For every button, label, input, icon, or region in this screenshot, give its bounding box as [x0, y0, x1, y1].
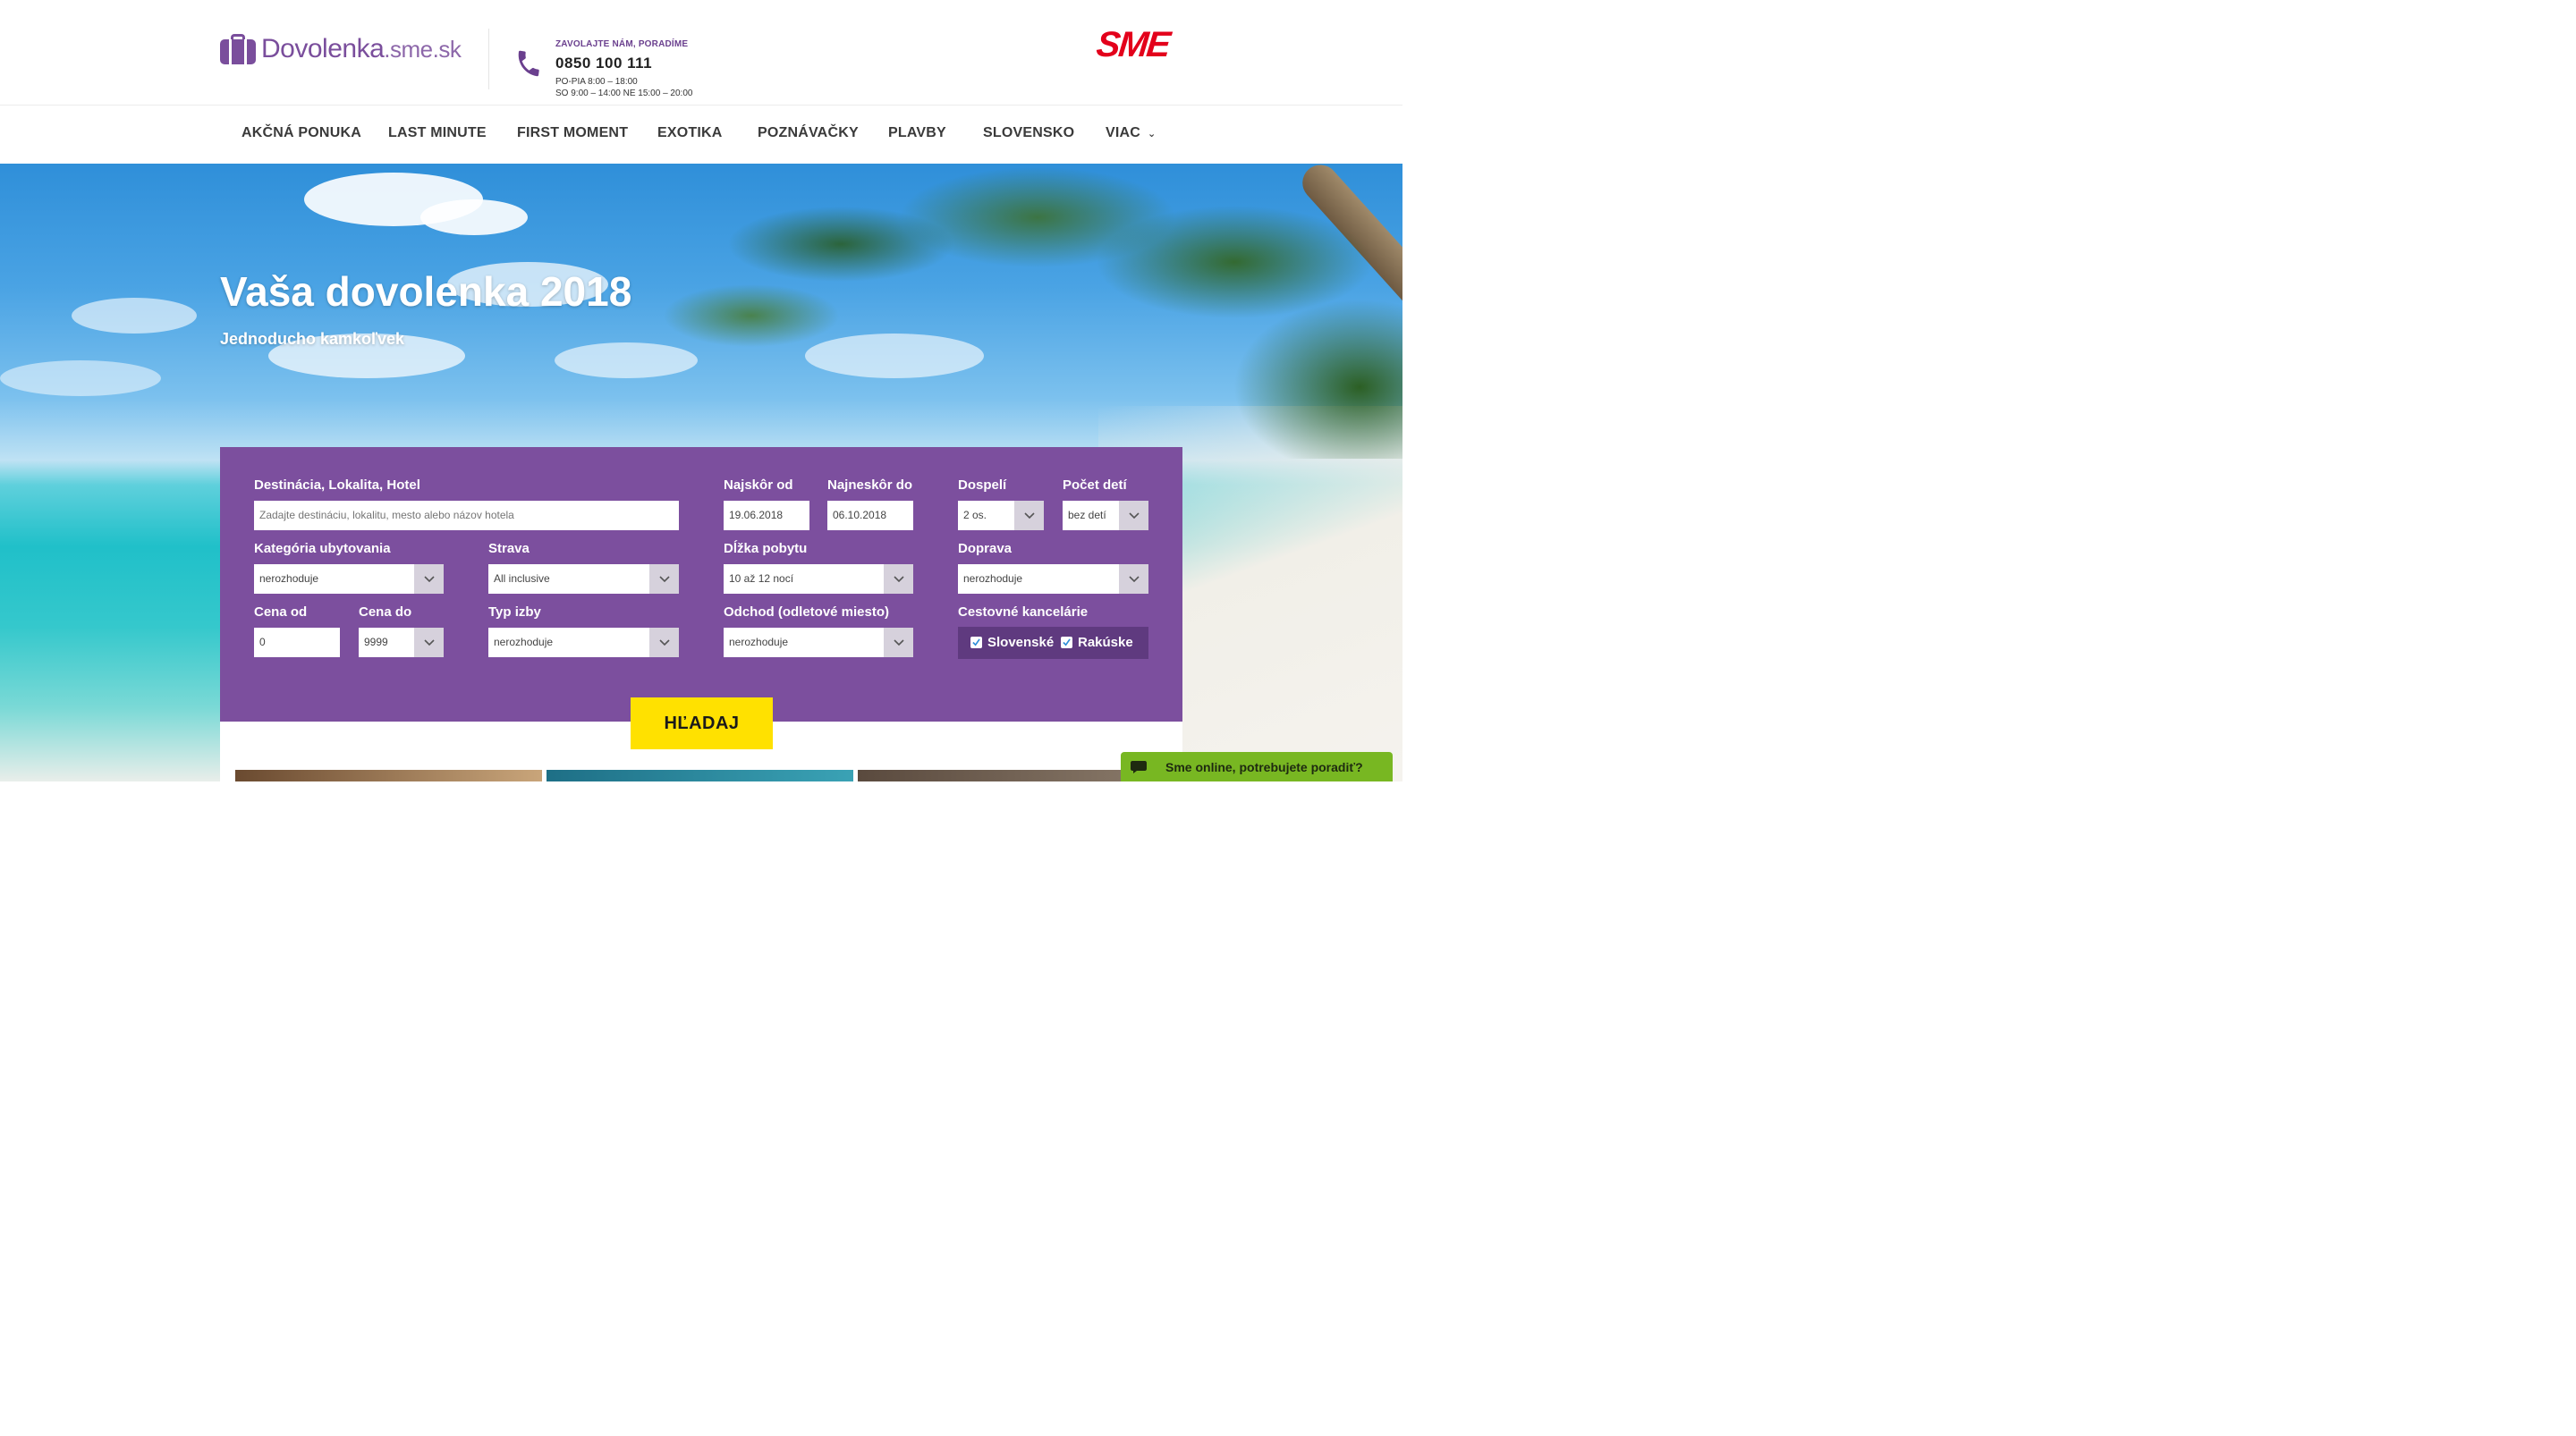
chevron-down-icon: [884, 564, 913, 594]
adults-label: Dospelí: [958, 477, 1007, 493]
room-select[interactable]: nerozhoduje: [488, 628, 679, 657]
nav-item-plavby[interactable]: PLAVBY: [888, 125, 946, 141]
length-select[interactable]: 10 až 12 nocí: [724, 564, 913, 594]
chevron-down-icon: ⌄: [1148, 129, 1157, 139]
chevron-down-icon: [414, 564, 444, 594]
nav-item-viac[interactable]: VIAC ⌄: [1106, 125, 1156, 141]
site-logo[interactable]: Dovolenka.sme.sk: [220, 34, 462, 64]
suitcase-icon: [220, 34, 256, 64]
date-from-input[interactable]: 19.06.2018: [724, 501, 809, 530]
phone-number[interactable]: 0850 100 111: [555, 55, 692, 72]
date-from-label: Najskôr od: [724, 477, 793, 493]
palm-fronds: [662, 164, 1402, 459]
chevron-down-icon: [884, 628, 913, 657]
agencies-checkbox-group: Slovenské Rakúske: [958, 627, 1148, 659]
departure-select[interactable]: nerozhoduje: [724, 628, 913, 657]
nav-item-last-minute[interactable]: LAST MINUTE: [388, 125, 487, 141]
board-label: Strava: [488, 541, 530, 556]
chat-widget[interactable]: Sme online, potrebujete poradiť?: [1121, 752, 1393, 781]
offer-thumbnail[interactable]: [235, 770, 542, 781]
transport-select[interactable]: nerozhoduje: [958, 564, 1148, 594]
contact-block: ZAVOLAJTE NÁM, PORADÍME 0850 100 111 PO-…: [555, 39, 692, 99]
contact-label: ZAVOLAJTE NÁM, PORADÍME: [555, 39, 689, 49]
checkbox-checked-icon: [970, 637, 982, 648]
category-label: Kategória ubytovania: [254, 541, 391, 556]
agencies-label: Cestovné kancelárie: [958, 604, 1089, 620]
nav-item-poznavacky[interactable]: POZNÁVAČKY: [758, 125, 859, 141]
nav-item-first-moment[interactable]: FIRST MOMENT: [517, 125, 628, 141]
nav-item-exotika[interactable]: EXOTIKA: [657, 125, 723, 141]
price-to-select[interactable]: 9999: [359, 628, 444, 657]
date-to-input[interactable]: 06.10.2018: [827, 501, 913, 530]
hero-title: Vaša dovolenka 2018: [220, 268, 632, 315]
cloud: [420, 199, 528, 235]
sme-logo[interactable]: SME: [1095, 25, 1171, 65]
chevron-down-icon: [1014, 501, 1044, 530]
adults-select[interactable]: 2 os.: [958, 501, 1044, 530]
destination-label: Destinácia, Lokalita, Hotel: [254, 477, 420, 493]
offer-thumbnail[interactable]: [858, 770, 1165, 781]
price-from-input[interactable]: 0: [254, 628, 340, 657]
price-to-label: Cena do: [359, 604, 412, 620]
board-select[interactable]: All inclusive: [488, 564, 679, 594]
nav-item-akcna-ponuka[interactable]: AKČNÁ PONUKA: [242, 125, 361, 141]
phone-icon: [518, 50, 539, 77]
opening-hours: PO-PIA 8:00 – 18:00 SO 9:00 – 14:00 NE 1…: [555, 77, 693, 98]
kids-select[interactable]: bez detí: [1063, 501, 1148, 530]
cloud: [72, 298, 197, 334]
chevron-down-icon: [649, 564, 679, 594]
chevron-down-icon: [1119, 501, 1148, 530]
checkbox-checked-icon: [1061, 637, 1072, 648]
category-select[interactable]: nerozhoduje: [254, 564, 444, 594]
offer-thumbnail[interactable]: [547, 770, 853, 781]
chevron-down-icon: [1119, 564, 1148, 594]
hero-subtitle: Jednoducho kamkoľvek: [220, 330, 404, 348]
site-header: Dovolenka.sme.sk ZAVOLAJTE NÁM, PORADÍME…: [0, 0, 1402, 105]
nav-item-slovensko[interactable]: SLOVENSKO: [983, 125, 1074, 141]
departure-label: Odchod (odletové miesto): [724, 604, 890, 620]
length-label: Dĺžka pobytu: [724, 541, 808, 556]
price-from-label: Cena od: [254, 604, 308, 620]
chat-bubble-icon: [1131, 760, 1147, 773]
logo-text: Dovolenka.sme.sk: [261, 34, 462, 63]
room-label: Typ izby: [488, 604, 541, 620]
chevron-down-icon: [649, 628, 679, 657]
destination-input[interactable]: [254, 501, 679, 530]
header-divider: [488, 29, 489, 89]
chevron-down-icon: [414, 628, 444, 657]
chat-text: Sme online, potrebujete poradiť?: [1165, 759, 1363, 774]
agency-austrian-checkbox[interactable]: Rakúske: [1061, 635, 1133, 650]
main-nav: AKČNÁ PONUKA LAST MINUTE FIRST MOMENT EX…: [0, 105, 1402, 164]
cloud: [0, 360, 161, 396]
kids-label: Počet detí: [1063, 477, 1127, 493]
transport-label: Doprava: [958, 541, 1013, 556]
agency-slovak-checkbox[interactable]: Slovenské: [970, 635, 1054, 650]
date-to-label: Najneskôr do: [827, 477, 913, 493]
search-button[interactable]: HĽADAJ: [631, 697, 773, 749]
